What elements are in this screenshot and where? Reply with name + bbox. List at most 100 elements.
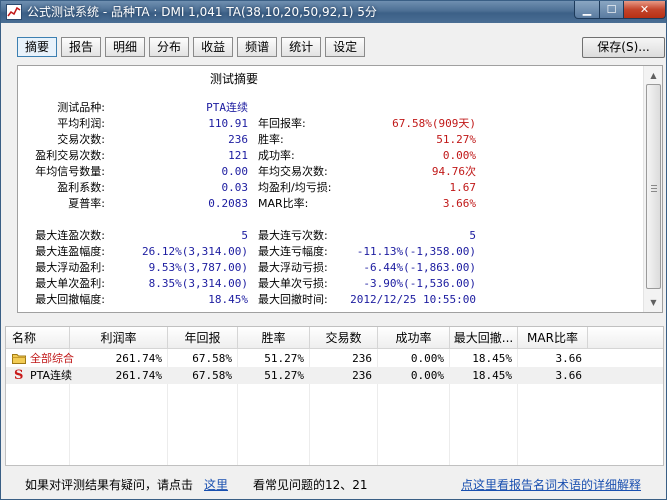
summary-label: 最大连盈幅度:	[35, 245, 105, 258]
summary-row: 最大回撤幅度: 18.45% 最大回撤时间: 2012/12/25 10:55:00	[18, 292, 648, 308]
column-header[interactable]: 利润率	[70, 327, 168, 349]
column-header[interactable]: MAR比率	[518, 327, 588, 349]
summary-value: 110.91	[208, 117, 248, 130]
grip-icon	[651, 185, 657, 192]
summary-value: 94.76次	[431, 165, 476, 178]
summary-row: 最大浮动盈利: 9.53%(3,787.00) 最大浮动亏损: -6.44%(-1,8…	[18, 260, 648, 276]
table-cell: 261.74%	[115, 369, 162, 382]
summary-row: 交易次数: 236 胜率: 51.27%	[18, 132, 648, 148]
summary-label: 均盈利/均亏损:	[258, 181, 332, 194]
maximize-button[interactable]: ☐	[599, 1, 624, 19]
summary-value: 26.12%(3,314.00)	[142, 245, 248, 258]
tab-2[interactable]: 明细	[105, 37, 146, 57]
tab-4[interactable]: 收益	[193, 37, 234, 57]
column-header[interactable]: 交易数	[310, 327, 378, 349]
summary-row: 最大单次盈利: 8.35%(3,314.00) 最大单次亏损: -3.90%(-1,5…	[18, 276, 648, 292]
table-cell: 0.00%	[410, 369, 444, 382]
summary-value: 236	[228, 133, 248, 146]
title-bar[interactable]: 公式测试系统 - 品种TA : DMI 1,041 TA(38,10,20,50…	[1, 1, 666, 23]
summary-title: 测试摘要	[210, 72, 259, 86]
table-row[interactable]: S PTA连续 261.74% 67.58% 51.27% 236 0.00% 18.45% 3…	[6, 367, 663, 384]
tab-5[interactable]: 频谱	[237, 37, 278, 57]
summary-label: 最大单次亏损:	[258, 277, 328, 290]
strategy-s-icon: S	[14, 368, 24, 383]
table-cell: 3.66	[555, 369, 583, 382]
row-name: 全部综合	[30, 352, 74, 365]
summary-value: 0.2083	[208, 197, 248, 210]
column-header[interactable]: 年回报	[168, 327, 238, 349]
summary-label: 夏普率:	[68, 197, 105, 210]
summary-label: 最大回撤幅度:	[35, 293, 105, 306]
summary-label: 年均信号数量:	[35, 165, 105, 178]
scroll-up-icon[interactable]: ▲	[645, 67, 662, 84]
maximize-icon: ☐	[606, 3, 617, 16]
summary-row	[18, 212, 648, 228]
tab-1[interactable]: 报告	[61, 37, 102, 57]
save-button[interactable]: 保存(S)...	[582, 37, 665, 58]
scroll-down-icon[interactable]: ▼	[645, 294, 662, 311]
column-header[interactable]: 胜率	[238, 327, 310, 349]
footer-text: 如果对评测结果有疑问，请点击	[25, 478, 194, 492]
summary-label: 最大连盈次数:	[35, 229, 105, 242]
summary-label: 最大回撤时间:	[258, 293, 328, 306]
summary-label: 最大连亏次数:	[258, 229, 328, 242]
minimize-button[interactable]: ▁	[574, 1, 600, 19]
summary-row: 盈利交易次数: 121 成功率: 0.00%	[18, 148, 648, 164]
tab-7[interactable]: 设定	[325, 37, 366, 57]
summary-row: 年均信号数量: 0.00 年均交易次数: 94.76次	[18, 164, 648, 180]
summary-label: MAR比率:	[258, 197, 309, 210]
summary-label: 最大浮动亏损:	[258, 261, 328, 274]
column-header[interactable]: 名称	[6, 327, 70, 349]
tab-3[interactable]: 分布	[149, 37, 190, 57]
table-cell: 18.45%	[472, 369, 512, 382]
tab-6[interactable]: 统计	[281, 37, 322, 57]
table-header: 名称 利润率 年回报 胜率 交易数 成功率 最大回撤... MAR比率	[6, 327, 663, 349]
tab-bar: 摘要 报告 明细 分布 收益 频谱 统计 设定	[17, 37, 369, 57]
table-cell: 261.74%	[115, 352, 162, 365]
summary-value: 8.35%(3,314.00)	[148, 277, 248, 290]
summary-row: 最大连盈幅度: 26.12%(3,314.00) 最大连亏幅度: -11.13%(-1…	[18, 244, 648, 260]
window-title: 公式测试系统 - 品种TA : DMI 1,041 TA(38,10,20,50…	[27, 5, 377, 19]
summary-value: 0.03	[221, 181, 249, 194]
summary-value: -11.13%(-1,358.00)	[356, 245, 476, 258]
table-cell: 67.58%	[192, 352, 232, 365]
minimize-icon: ▁	[582, 3, 592, 16]
results-table: 名称 利润率 年回报 胜率 交易数 成功率 最大回撤... MAR比率 全部综合 261.74%…	[5, 326, 664, 466]
tab-0[interactable]: 摘要	[17, 37, 58, 57]
summary-row: 平均利润: 110.91 年回报率: 67.58%(909天)	[18, 116, 648, 132]
row-name: PTA连续	[30, 369, 73, 382]
summary-value: 1.67	[449, 181, 477, 194]
summary-value: 2012/12/25 10:55:00	[350, 293, 476, 306]
summary-value: 67.58%(909天)	[392, 117, 476, 130]
summary-label: 最大连亏幅度:	[258, 245, 328, 258]
folder-icon	[12, 354, 26, 364]
summary-value: 0.00%	[442, 149, 476, 162]
scrollbar-thumb[interactable]	[646, 84, 661, 289]
summary-value: 9.53%(3,787.00)	[148, 261, 248, 274]
summary-value: 0.00	[221, 165, 249, 178]
summary-row: 最大连盈次数: 5 最大连亏次数: 5	[18, 228, 648, 244]
table-cell: 3.66	[555, 352, 583, 365]
summary-value: 51.27%	[436, 133, 476, 146]
summary-label: 测试品种:	[57, 101, 105, 114]
summary-row: 夏普率: 0.2083 MAR比率: 3.66%	[18, 196, 648, 212]
table-cell: 18.45%	[472, 352, 512, 365]
glossary-link[interactable]: 点这里看报告名词术语的详细解释	[461, 471, 641, 499]
column-header[interactable]: 成功率	[378, 327, 450, 349]
summary-label: 盈利交易次数:	[35, 149, 105, 162]
help-link[interactable]: 这里	[204, 471, 228, 499]
table-cell: 67.58%	[192, 369, 232, 382]
table-cell: 51.27%	[264, 369, 304, 382]
close-button[interactable]: ✕	[623, 1, 666, 19]
summary-label: 盈利系数:	[57, 181, 105, 194]
summary-value: 121	[228, 149, 248, 162]
summary-label: 平均利润:	[57, 117, 105, 130]
column-header[interactable]: 最大回撤...	[450, 327, 518, 349]
summary-value: PTA连续	[206, 101, 248, 114]
summary-scrollbar[interactable]: ▲ ▼	[643, 66, 662, 312]
faq-text: 看常见问题的12、21	[253, 478, 368, 492]
summary-value: 5	[241, 229, 248, 242]
table-row[interactable]: 全部综合 261.74% 67.58% 51.27% 236 0.00% 18.45% 3.6…	[6, 350, 663, 367]
summary-label: 最大单次盈利:	[35, 277, 105, 290]
summary-value: 3.66%	[442, 197, 476, 210]
